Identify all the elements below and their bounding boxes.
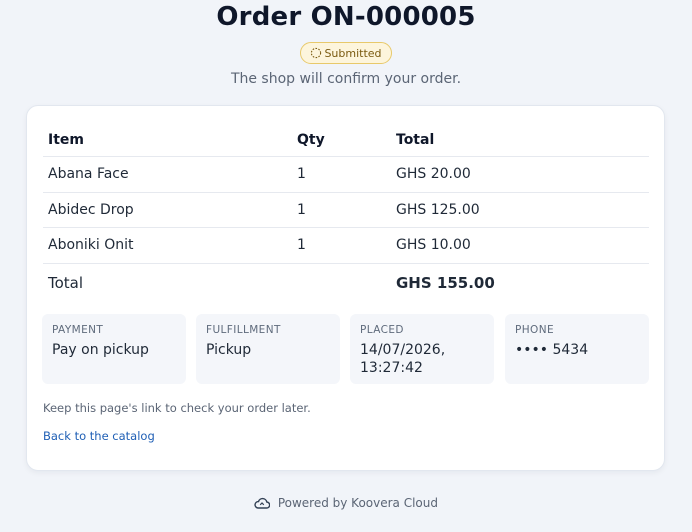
back-to-catalog-link[interactable]: Back to the catalog bbox=[43, 429, 155, 443]
table-row: Abidec Drop 1 GHS 125.00 bbox=[43, 193, 649, 228]
item-name: Aboniki Onit bbox=[48, 237, 134, 253]
phone-value: •••• 5434 bbox=[515, 342, 589, 358]
order-details: PAYMENT Pay on pickup FULFILLMENT Pickup… bbox=[42, 314, 650, 384]
total-value: GHS 155.00 bbox=[396, 273, 495, 292]
column-header-total: Total bbox=[396, 132, 435, 148]
pending-icon bbox=[311, 47, 322, 59]
table-total-row: Total GHS 155.00 bbox=[43, 264, 649, 302]
payment-value: Pay on pickup bbox=[52, 342, 149, 358]
order-items-table: Item Qty Total Abana Face 1 GHS 20.00 Ab… bbox=[43, 128, 649, 302]
item-qty: 1 bbox=[297, 201, 306, 218]
column-header-item: Item bbox=[48, 132, 84, 148]
payment-label: PAYMENT bbox=[52, 324, 104, 336]
table-row: Abana Face 1 GHS 20.00 bbox=[43, 157, 649, 193]
fulfillment-box: FULFILLMENT Pickup bbox=[196, 314, 340, 384]
payment-box: PAYMENT Pay on pickup bbox=[42, 314, 186, 384]
item-qty: 1 bbox=[297, 237, 306, 253]
page-subtitle: The shop will confirm your order. bbox=[230, 71, 462, 87]
placed-value: 14/07/2026, 13:27:42 bbox=[360, 341, 484, 377]
page-title: Order ON-000005 bbox=[216, 2, 476, 32]
order-card: Item Qty Total Abana Face 1 GHS 20.00 Ab… bbox=[26, 105, 665, 471]
item-total: GHS 10.00 bbox=[396, 237, 471, 253]
status-badge: Submitted bbox=[300, 42, 392, 64]
fulfillment-label: FULFILLMENT bbox=[206, 324, 281, 336]
item-name: Abana Face bbox=[48, 166, 129, 182]
phone-label: PHONE bbox=[515, 324, 554, 336]
order-link-note: Keep this page's link to check your orde… bbox=[43, 401, 311, 415]
placed-time: 13:27:42 bbox=[360, 360, 423, 376]
item-name: Abidec Drop bbox=[48, 201, 134, 218]
footer: Powered by Koovera Cloud bbox=[0, 496, 692, 510]
table-header-row: Item Qty Total bbox=[43, 128, 649, 157]
item-qty: 1 bbox=[297, 166, 306, 182]
total-label: Total bbox=[48, 273, 84, 292]
phone-box: PHONE •••• 5434 bbox=[505, 314, 649, 384]
item-total: GHS 125.00 bbox=[396, 201, 480, 218]
status-label: Submitted bbox=[324, 46, 382, 60]
placed-date: 14/07/2026, bbox=[360, 342, 446, 358]
cloud-icon bbox=[254, 497, 270, 509]
fulfillment-value: Pickup bbox=[206, 342, 252, 358]
table-row: Aboniki Onit 1 GHS 10.00 bbox=[43, 228, 649, 264]
footer-text: Powered by Koovera Cloud bbox=[277, 496, 438, 510]
item-total: GHS 20.00 bbox=[396, 166, 471, 182]
column-header-qty: Qty bbox=[297, 132, 325, 148]
placed-label: PLACED bbox=[360, 324, 404, 336]
placed-box: PLACED 14/07/2026, 13:27:42 bbox=[350, 314, 494, 384]
